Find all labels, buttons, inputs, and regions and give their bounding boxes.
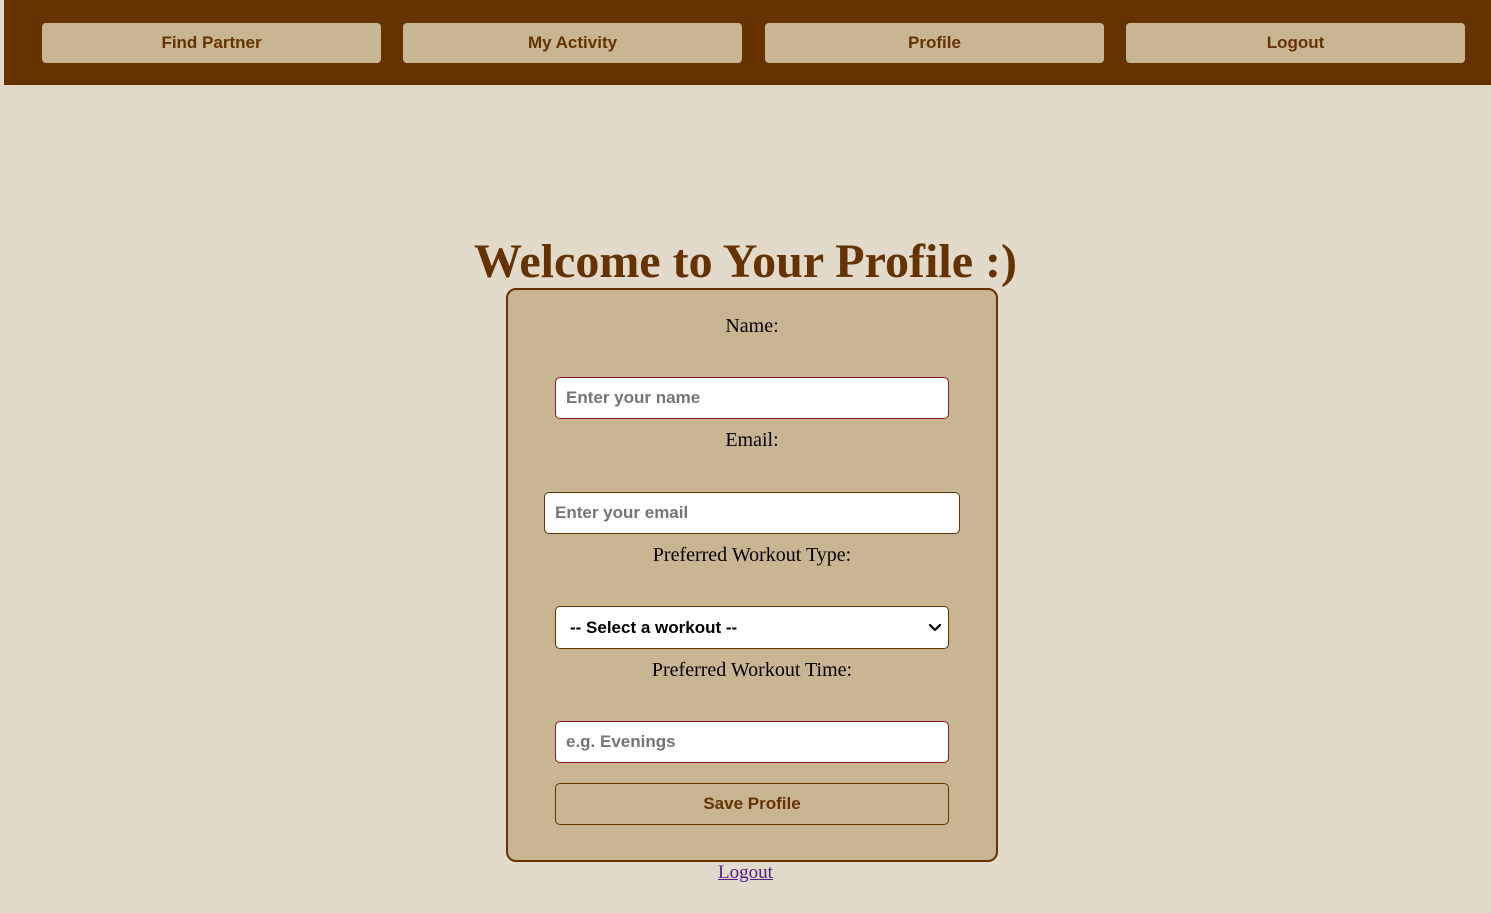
email-label: Email:	[725, 429, 779, 451]
nav-logout-button[interactable]: Logout	[1126, 23, 1465, 63]
workout-type-selected-value: -- Select a workout --	[570, 617, 738, 637]
nav-find-partner-button[interactable]: Find Partner	[42, 23, 381, 63]
email-input[interactable]	[544, 492, 960, 534]
footer-logout: Logout	[0, 861, 1491, 885]
profile-form-card: Name: Email: Preferred Workout Type: -- …	[506, 288, 998, 862]
name-input[interactable]	[555, 377, 949, 419]
nav-my-activity-button[interactable]: My Activity	[403, 23, 742, 63]
workout-time-input[interactable]	[555, 721, 949, 763]
workout-type-label: Preferred Workout Type:	[652, 544, 852, 566]
nav-profile-button[interactable]: Profile	[765, 23, 1104, 63]
workout-time-label: Preferred Workout Time:	[651, 659, 853, 681]
workout-type-select[interactable]: -- Select a workout --	[555, 606, 949, 649]
save-profile-button[interactable]: Save Profile	[555, 783, 949, 825]
name-label: Name:	[725, 315, 779, 337]
logout-link[interactable]: Logout	[718, 862, 773, 883]
top-navbar: Find Partner My Activity Profile Logout	[4, 0, 1491, 85]
page-title: Welcome to Your Profile :)	[474, 235, 1017, 288]
chevron-down-icon	[928, 623, 942, 632]
